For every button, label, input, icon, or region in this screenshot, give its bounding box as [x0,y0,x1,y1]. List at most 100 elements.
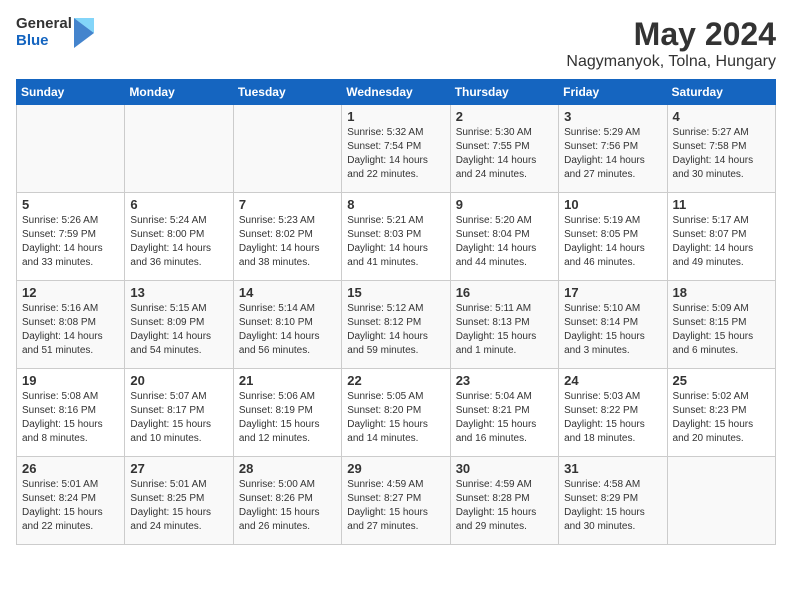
weekday-header-row: SundayMondayTuesdayWednesdayThursdayFrid… [17,80,776,105]
calendar-cell: 11Sunrise: 5:17 AMSunset: 8:07 PMDayligh… [667,193,775,281]
weekday-header-friday: Friday [559,80,667,105]
calendar-cell: 16Sunrise: 5:11 AMSunset: 8:13 PMDayligh… [450,281,558,369]
calendar-cell: 10Sunrise: 5:19 AMSunset: 8:05 PMDayligh… [559,193,667,281]
cell-content: and 33 minutes. [22,257,93,268]
cell-content: and 16 minutes. [456,433,527,444]
cell-content: Sunset: 8:25 PM [130,493,204,504]
cell-content: Daylight: 15 hours [239,507,320,518]
weekday-header-thursday: Thursday [450,80,558,105]
cell-content: Daylight: 15 hours [130,419,211,430]
calendar-title: May 2024 [566,16,776,53]
cell-content: Sunset: 8:05 PM [564,229,638,240]
calendar-week-row: 19Sunrise: 5:08 AMSunset: 8:16 PMDayligh… [17,369,776,457]
cell-content: and 30 minutes. [673,169,744,180]
cell-content: and 3 minutes. [564,345,630,356]
calendar-cell: 18Sunrise: 5:09 AMSunset: 8:15 PMDayligh… [667,281,775,369]
cell-content: and 6 minutes. [673,345,739,356]
cell-content: and 18 minutes. [564,433,635,444]
calendar-week-row: 1Sunrise: 5:32 AMSunset: 7:54 PMDaylight… [17,105,776,193]
cell-content: and 49 minutes. [673,257,744,268]
cell-content: and 38 minutes. [239,257,310,268]
cell-content: Sunrise: 5:20 AM [456,215,532,226]
day-number: 28 [239,461,336,476]
calendar-cell: 20Sunrise: 5:07 AMSunset: 8:17 PMDayligh… [125,369,233,457]
cell-content: Sunrise: 5:01 AM [130,479,206,490]
cell-content: Sunrise: 5:14 AM [239,303,315,314]
calendar-cell: 5Sunrise: 5:26 AMSunset: 7:59 PMDaylight… [17,193,125,281]
calendar-cell: 4Sunrise: 5:27 AMSunset: 7:58 PMDaylight… [667,105,775,193]
cell-content: Sunrise: 5:15 AM [130,303,206,314]
cell-content: Sunrise: 5:30 AM [456,127,532,138]
calendar-cell: 15Sunrise: 5:12 AMSunset: 8:12 PMDayligh… [342,281,450,369]
cell-content: Sunrise: 5:19 AM [564,215,640,226]
cell-content: Sunset: 8:27 PM [347,493,421,504]
calendar-cell [667,457,775,545]
calendar-cell: 6Sunrise: 5:24 AMSunset: 8:00 PMDaylight… [125,193,233,281]
cell-content: Sunrise: 5:17 AM [673,215,749,226]
calendar-cell [17,105,125,193]
day-number: 1 [347,109,444,124]
calendar-cell: 17Sunrise: 5:10 AMSunset: 8:14 PMDayligh… [559,281,667,369]
calendar-cell: 25Sunrise: 5:02 AMSunset: 8:23 PMDayligh… [667,369,775,457]
cell-content: and 51 minutes. [22,345,93,356]
calendar-cell: 24Sunrise: 5:03 AMSunset: 8:22 PMDayligh… [559,369,667,457]
day-number: 10 [564,197,661,212]
cell-content: Sunset: 8:22 PM [564,405,638,416]
cell-content: Sunrise: 4:58 AM [564,479,640,490]
calendar-week-row: 5Sunrise: 5:26 AMSunset: 7:59 PMDaylight… [17,193,776,281]
day-number: 15 [347,285,444,300]
cell-content: Sunset: 8:28 PM [456,493,530,504]
cell-content: Daylight: 15 hours [347,507,428,518]
cell-content: Sunrise: 4:59 AM [456,479,532,490]
title-area: May 2024 Nagymanyok, Tolna, Hungary [566,16,776,71]
cell-content: Daylight: 14 hours [347,243,428,254]
cell-content: Sunset: 8:23 PM [673,405,747,416]
cell-content: Daylight: 14 hours [22,331,103,342]
cell-content: Daylight: 15 hours [239,419,320,430]
day-number: 6 [130,197,227,212]
header: General Blue May 2024 Nagymanyok, Tolna,… [16,16,776,71]
day-number: 19 [22,373,119,388]
cell-content: Sunset: 8:00 PM [130,229,204,240]
cell-content: Sunrise: 5:04 AM [456,391,532,402]
cell-content: Sunrise: 5:06 AM [239,391,315,402]
cell-content: and 27 minutes. [347,521,418,532]
day-number: 12 [22,285,119,300]
day-number: 30 [456,461,553,476]
cell-content: Sunrise: 5:23 AM [239,215,315,226]
cell-content: Sunrise: 4:59 AM [347,479,423,490]
calendar-cell: 30Sunrise: 4:59 AMSunset: 8:28 PMDayligh… [450,457,558,545]
calendar-cell: 27Sunrise: 5:01 AMSunset: 8:25 PMDayligh… [125,457,233,545]
calendar-table: SundayMondayTuesdayWednesdayThursdayFrid… [16,79,776,545]
calendar-cell: 9Sunrise: 5:20 AMSunset: 8:04 PMDaylight… [450,193,558,281]
cell-content: Sunset: 8:26 PM [239,493,313,504]
calendar-week-row: 12Sunrise: 5:16 AMSunset: 8:08 PMDayligh… [17,281,776,369]
logo-arrow-icon [74,18,94,48]
cell-content: Sunrise: 5:03 AM [564,391,640,402]
cell-content: and 30 minutes. [564,521,635,532]
calendar-cell: 29Sunrise: 4:59 AMSunset: 8:27 PMDayligh… [342,457,450,545]
calendar-cell: 2Sunrise: 5:30 AMSunset: 7:55 PMDaylight… [450,105,558,193]
cell-content: and 27 minutes. [564,169,635,180]
cell-content: Daylight: 14 hours [456,243,537,254]
cell-content: Sunset: 8:16 PM [22,405,96,416]
cell-content: Daylight: 15 hours [564,507,645,518]
cell-content: and 56 minutes. [239,345,310,356]
cell-content: and 54 minutes. [130,345,201,356]
cell-content: and 29 minutes. [456,521,527,532]
day-number: 7 [239,197,336,212]
day-number: 16 [456,285,553,300]
day-number: 3 [564,109,661,124]
cell-content: and 24 minutes. [130,521,201,532]
cell-content: Daylight: 14 hours [130,243,211,254]
calendar-cell [125,105,233,193]
calendar-cell: 13Sunrise: 5:15 AMSunset: 8:09 PMDayligh… [125,281,233,369]
cell-content: Sunrise: 5:05 AM [347,391,423,402]
day-number: 31 [564,461,661,476]
calendar-cell: 3Sunrise: 5:29 AMSunset: 7:56 PMDaylight… [559,105,667,193]
cell-content: Sunrise: 5:02 AM [673,391,749,402]
day-number: 4 [673,109,770,124]
cell-content: Daylight: 15 hours [564,419,645,430]
cell-content: Sunrise: 5:07 AM [130,391,206,402]
cell-content: and 14 minutes. [347,433,418,444]
